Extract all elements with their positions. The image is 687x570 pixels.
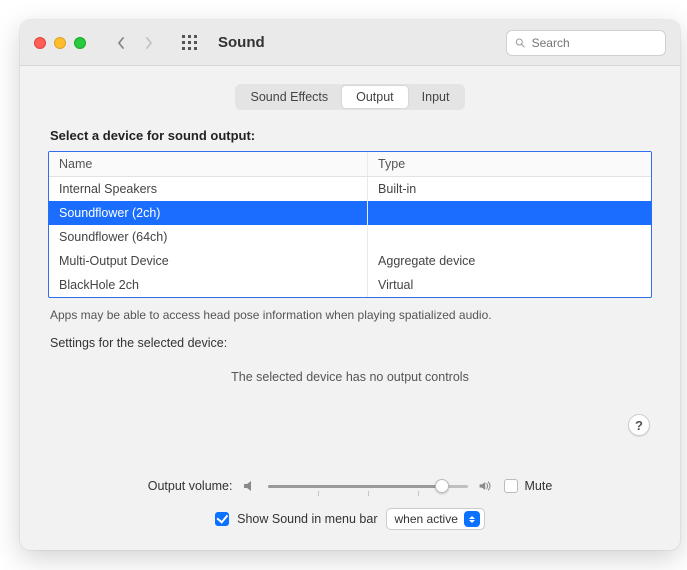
device-type: Aggregate device [368,249,651,273]
volume-slider[interactable] [268,478,468,494]
search-field[interactable] [506,30,666,56]
help-button[interactable]: ? [628,414,650,436]
device-name: Multi-Output Device [49,249,368,273]
forward-button[interactable] [138,31,160,55]
mute-label: Mute [524,479,552,493]
menubar-row: Show Sound in menu bar when active [215,508,485,530]
device-name: Soundflower (64ch) [49,225,368,249]
volume-row: Output volume: Mute [148,478,553,494]
table-row[interactable]: Internal Speakers Built-in [49,177,651,201]
device-type [368,225,651,249]
mute-checkbox[interactable] [504,479,518,493]
title-bar: Sound [20,20,680,66]
tab-output[interactable]: Output [342,86,408,108]
speaker-loud-icon [478,478,494,494]
table-row[interactable]: Soundflower (64ch) [49,225,651,249]
device-name: Internal Speakers [49,177,368,201]
select-device-label: Select a device for sound output: [50,128,650,143]
tab-bar: Sound Effects Output Input [235,84,466,110]
device-type [368,201,651,225]
show-in-menubar-checkbox[interactable] [215,512,229,526]
device-name: Soundflower (2ch) [49,201,368,225]
table-row[interactable]: Multi-Output Device Aggregate device [49,249,651,273]
grid-icon[interactable] [182,35,198,51]
nav-buttons [110,31,160,55]
column-name[interactable]: Name [49,152,368,176]
device-type: Built-in [368,177,651,201]
back-button[interactable] [110,31,132,55]
window-controls [34,37,86,49]
settings-label: Settings for the selected device: [50,336,650,350]
spatial-audio-note: Apps may be able to access head pose inf… [50,308,650,322]
sound-preferences-window: Sound Sound Effects Output Input Select … [20,20,680,550]
close-icon[interactable] [34,37,46,49]
table-header: Name Type [49,152,651,177]
footer: Output volume: Mute Show Sound in menu b… [20,466,680,550]
device-name: BlackHole 2ch [49,273,368,297]
chevron-right-icon [144,36,154,50]
device-table: Name Type Internal Speakers Built-in Sou… [48,151,652,298]
table-row[interactable]: Soundflower (2ch) [49,201,651,225]
content: Sound Effects Output Input Select a devi… [20,66,680,466]
slider-thumb[interactable] [435,479,449,493]
speaker-quiet-icon [242,478,258,494]
device-type: Virtual [368,273,651,297]
show-in-menubar-label: Show Sound in menu bar [237,512,377,526]
search-input[interactable] [532,36,657,50]
minimize-icon[interactable] [54,37,66,49]
menubar-mode-select[interactable]: when active [386,508,485,530]
table-row[interactable]: BlackHole 2ch Virtual [49,273,651,297]
tab-sound-effects[interactable]: Sound Effects [237,86,343,108]
volume-label: Output volume: [148,479,233,493]
zoom-icon[interactable] [74,37,86,49]
page-title: Sound [218,34,265,51]
search-icon [515,37,526,49]
chevron-left-icon [116,36,126,50]
column-type[interactable]: Type [368,152,651,176]
updown-arrows-icon [464,511,480,527]
no-output-controls: The selected device has no output contro… [48,370,652,384]
tab-input[interactable]: Input [408,86,464,108]
menubar-mode-value: when active [395,512,458,526]
output-panel: Select a device for sound output: Name T… [42,124,658,454]
